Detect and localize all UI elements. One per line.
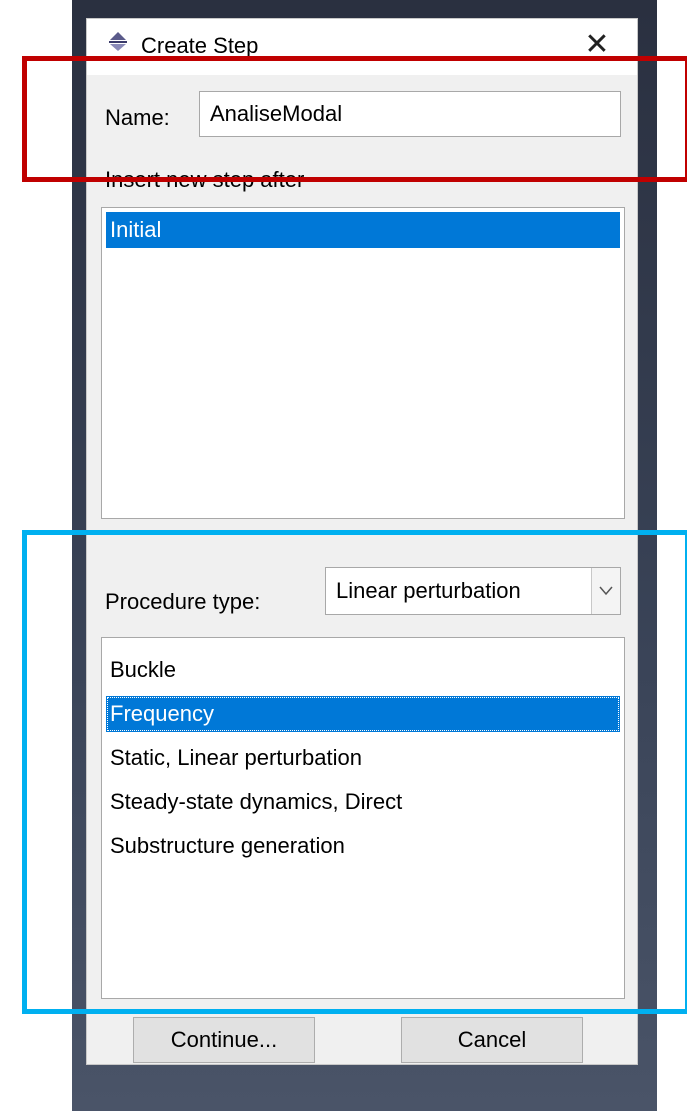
list-item[interactable]: Initial: [106, 212, 620, 248]
title-bar[interactable]: Create Step ✕: [87, 19, 637, 75]
name-input[interactable]: [199, 91, 621, 137]
list-item[interactable]: Frequency: [106, 696, 620, 732]
step-icon: [109, 32, 127, 51]
procedure-type-value: Linear perturbation: [336, 578, 521, 603]
chevron-down-icon[interactable]: [591, 568, 620, 614]
procedure-type-label: Procedure type:: [105, 589, 261, 614]
insert-after-label: Insert new step after: [105, 167, 305, 192]
cancel-button[interactable]: Cancel: [401, 1017, 583, 1063]
procedure-type-select[interactable]: Linear perturbation: [325, 567, 621, 615]
list-item[interactable]: Steady-state dynamics, Direct: [106, 784, 620, 820]
step-list[interactable]: Initial: [101, 207, 625, 519]
dialog-title: Create Step: [141, 33, 259, 58]
name-label: Name:: [105, 105, 170, 130]
list-item[interactable]: Static, Linear perturbation: [106, 740, 620, 776]
procedure-list[interactable]: Buckle Frequency Static, Linear perturba…: [101, 637, 625, 999]
list-item[interactable]: Buckle: [106, 652, 620, 688]
list-item[interactable]: Substructure generation: [106, 828, 620, 864]
create-step-dialog: Create Step ✕ Name: Insert new step afte…: [86, 18, 638, 1065]
continue-button[interactable]: Continue...: [133, 1017, 315, 1063]
close-icon[interactable]: ✕: [577, 27, 617, 63]
